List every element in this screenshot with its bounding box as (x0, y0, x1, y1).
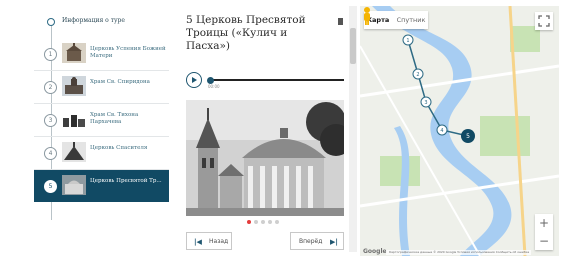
gallery-dots (178, 220, 348, 226)
stop-label: Церковь Спасителя (90, 145, 148, 151)
tour-info-dot-icon (47, 18, 55, 26)
tour-info-label: Информация о туре (62, 17, 125, 24)
map-canvas[interactable]: 1 2 3 4 5 (360, 6, 559, 256)
gallery-dot[interactable] (275, 220, 279, 224)
route-stop-3[interactable]: 3 Храм Св. Тихона Пархачева (34, 104, 169, 137)
stop-number: 1 (44, 48, 57, 61)
audio-player: 00:00 (186, 72, 344, 92)
map-marker[interactable]: 4 (436, 124, 448, 136)
map[interactable]: 1 2 3 4 5 Карта Спутник + − Google Карто… (360, 6, 559, 256)
route-stop-4[interactable]: 4 Церковь Спасителя (34, 137, 169, 170)
gallery-dot-active[interactable] (247, 220, 251, 224)
route-stop-2[interactable]: 2 Храм Св. Спиридона (34, 71, 169, 104)
map-marker-label: 1 (406, 38, 409, 44)
map-marker-active[interactable]: 5 (461, 129, 475, 143)
gallery-dot[interactable] (261, 220, 265, 224)
audio-progress-knob[interactable] (207, 76, 214, 84)
church-thumbnail-icon (62, 43, 86, 63)
arrow-left-icon: |◀ (194, 238, 202, 246)
next-label: Вперёд (299, 238, 323, 245)
route-list: Информация о туре 1 Церковь Успения Божи… (34, 6, 169, 236)
audio-time: 00:00 (208, 84, 220, 89)
gallery-dot[interactable] (268, 220, 272, 224)
stop-label: Церковь Пресвятой Тр... (90, 178, 162, 184)
gallery-dot[interactable] (254, 220, 258, 224)
church-thumbnail-icon (62, 175, 86, 195)
church-thumbnail-icon (62, 142, 86, 162)
route-stop-5-active[interactable]: 5 Церковь Пресвятой Тр... (34, 170, 169, 202)
arrow-right-icon: ▶| (330, 238, 338, 246)
next-button[interactable]: Вперёд ▶| (290, 232, 344, 250)
map-marker-label: 5 (466, 133, 470, 140)
scrollbar-thumb[interactable] (350, 28, 356, 64)
map-marker-label: 2 (416, 72, 419, 78)
stop-number: 2 (44, 81, 57, 94)
play-button[interactable] (186, 72, 202, 88)
church-thumbnail-icon (62, 76, 86, 96)
stop-label: Храм Св. Тихона Пархачева (90, 112, 139, 125)
audio-progress-track[interactable] (208, 79, 344, 81)
bookmark-icon[interactable] (338, 18, 343, 25)
google-logo[interactable]: Google (363, 248, 387, 255)
detail-scrollbar[interactable] (349, 6, 357, 252)
map-marker[interactable]: 2 (412, 68, 424, 80)
map-marker-label: 3 (424, 100, 427, 106)
stop-label: Храм Св. Спиридона (90, 79, 150, 85)
church-photo[interactable] (186, 100, 344, 216)
tab-satellite[interactable]: Спутник (394, 11, 428, 29)
zoom-out-button[interactable]: − (535, 232, 553, 250)
stop-title: 5 Церковь Пресвятой Троицы («Кулич и Пас… (186, 14, 306, 52)
prev-label: Назад (209, 238, 229, 245)
fullscreen-button[interactable] (535, 12, 553, 30)
prev-button[interactable]: |◀ Назад (186, 232, 232, 250)
stop-number: 3 (44, 114, 57, 127)
stop-label: Церковь Успения Божией Матери (90, 46, 166, 59)
street-view-pegman-icon[interactable] (360, 6, 374, 26)
map-marker-label: 4 (440, 128, 443, 134)
tour-info-item[interactable]: Информация о туре (34, 14, 169, 32)
stop-number: 4 (44, 147, 57, 160)
zoom-controls: + − (535, 214, 553, 250)
fullscreen-icon (538, 15, 550, 27)
route-stop-1[interactable]: 1 Церковь Успения Божией Матери (34, 38, 169, 71)
map-attribution[interactable]: Картографические данные © 2020 Google Ус… (386, 250, 531, 256)
zoom-in-button[interactable]: + (535, 214, 553, 232)
stop-number: 5 (44, 180, 57, 193)
church-thumbnail-icon (62, 109, 86, 129)
stop-detail-panel: 5 Церковь Пресвятой Троицы («Кулич и Пас… (178, 6, 348, 252)
map-marker[interactable]: 1 (402, 34, 414, 46)
map-marker[interactable]: 3 (420, 96, 432, 108)
